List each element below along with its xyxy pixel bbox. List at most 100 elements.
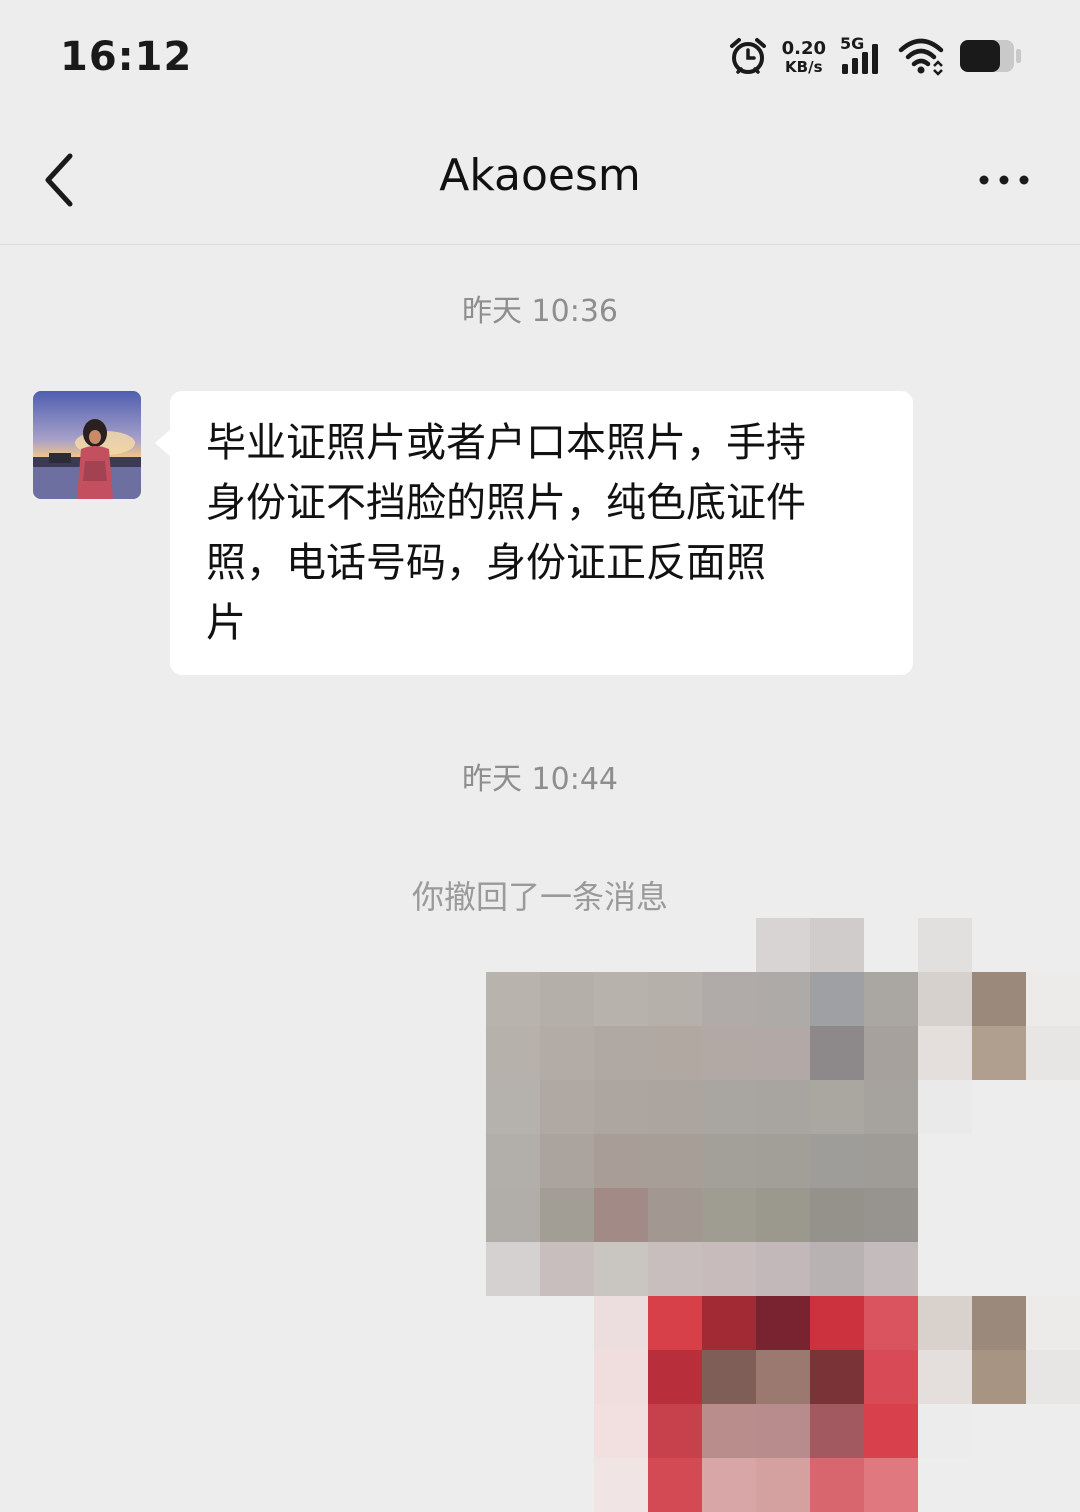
mosaic-pixel <box>540 1188 594 1242</box>
message-line: 片 <box>206 600 246 646</box>
mosaic-pixel <box>540 1080 594 1134</box>
mosaic-pixel <box>1026 1026 1080 1080</box>
mosaic-pixel <box>918 918 972 972</box>
mosaic-pixel <box>810 918 864 972</box>
mosaic-pixel <box>756 1188 810 1242</box>
mosaic-pixel <box>864 1134 918 1188</box>
mosaic-pixel <box>648 1404 702 1458</box>
mosaic-pixel <box>702 1080 756 1134</box>
mosaic-pixel <box>594 1188 648 1242</box>
mosaic-pixel <box>648 1188 702 1242</box>
mosaic-pixel <box>810 1188 864 1242</box>
mosaic-pixel <box>486 1026 540 1080</box>
mosaic-pixel <box>756 1080 810 1134</box>
message-line: 毕业证照片或者户口本照片，手持 <box>206 420 806 466</box>
mosaic-pixel <box>918 1350 972 1404</box>
avatar[interactable] <box>33 391 141 499</box>
mosaic-pixel <box>810 1080 864 1134</box>
mosaic-pixel <box>810 1404 864 1458</box>
more-options-button[interactable] <box>974 158 1034 202</box>
mosaic-pixel <box>972 972 1026 1026</box>
mosaic-pixel <box>486 1080 540 1134</box>
mosaic-pixel <box>972 1296 1026 1350</box>
mosaic-pixel <box>918 1026 972 1080</box>
alarm-icon <box>728 36 768 80</box>
mosaic-pixel <box>702 1458 756 1512</box>
network-speed: 0.20 KB/s <box>782 40 826 77</box>
mosaic-pixel <box>540 1242 594 1296</box>
more-horizontal-icon <box>979 175 1029 185</box>
mosaic-pixel <box>756 1458 810 1512</box>
outgoing-image-pixelated[interactable] <box>486 918 1080 1512</box>
status-bar: 16:12 0.20 KB/s 5G <box>0 0 1080 118</box>
mosaic-pixel <box>702 1296 756 1350</box>
mosaic-pixel <box>864 1080 918 1134</box>
message-timestamp: 昨天 10:36 <box>462 294 618 329</box>
chat-header: Akaoesm <box>0 118 1080 245</box>
mosaic-pixel <box>648 1350 702 1404</box>
mosaic-pixel <box>756 1404 810 1458</box>
mosaic-pixel <box>648 1242 702 1296</box>
mosaic-pixel <box>486 1242 540 1296</box>
status-time: 16:12 <box>60 34 193 80</box>
mosaic-pixel <box>486 972 540 1026</box>
mosaic-pixel <box>810 1242 864 1296</box>
mosaic-pixel <box>594 1080 648 1134</box>
mosaic-pixel <box>918 972 972 1026</box>
message-timestamp: 昨天 10:44 <box>462 762 618 797</box>
wifi-icon <box>898 36 944 80</box>
mosaic-pixel <box>810 1350 864 1404</box>
mosaic-pixel <box>918 1080 972 1134</box>
mosaic-pixel <box>810 1296 864 1350</box>
mosaic-pixel <box>594 1458 648 1512</box>
mosaic-pixel <box>918 1404 972 1458</box>
mosaic-pixel <box>648 972 702 1026</box>
mosaic-pixel <box>918 1296 972 1350</box>
chat-title: Akaoesm <box>439 150 641 201</box>
mosaic-pixel <box>702 972 756 1026</box>
mosaic-pixel <box>756 918 810 972</box>
message-line: 照，电话号码，身份证正反面照 <box>206 540 766 586</box>
mosaic-pixel <box>864 1404 918 1458</box>
mosaic-pixel <box>1026 972 1080 1026</box>
incoming-message-bubble[interactable]: 毕业证照片或者户口本照片，手持 身份证不挡脸的照片，纯色底证件 照，电话号码，身… <box>155 391 913 675</box>
mosaic-pixel <box>594 1350 648 1404</box>
mosaic-pixel <box>756 1242 810 1296</box>
mosaic-pixel <box>1026 1296 1080 1350</box>
avatar-image <box>33 391 141 499</box>
mosaic-pixel <box>594 1026 648 1080</box>
mosaic-pixel <box>756 1026 810 1080</box>
message-line: 身份证不挡脸的照片，纯色底证件 <box>206 480 806 526</box>
mosaic-pixel <box>972 1026 1026 1080</box>
mosaic-pixel <box>594 1404 648 1458</box>
mosaic-pixel <box>648 1296 702 1350</box>
mosaic-pixel <box>864 1242 918 1296</box>
network-speed-unit: KB/s <box>785 58 823 76</box>
mosaic-pixel <box>594 972 648 1026</box>
mosaic-pixel <box>810 1134 864 1188</box>
mosaic-pixel <box>702 1404 756 1458</box>
mosaic-pixel <box>540 972 594 1026</box>
mosaic-pixel <box>540 1134 594 1188</box>
mosaic-pixel <box>972 1350 1026 1404</box>
mosaic-pixel <box>756 1134 810 1188</box>
mosaic-pixel <box>702 1350 756 1404</box>
mosaic-pixel <box>648 1026 702 1080</box>
mosaic-pixel <box>486 1134 540 1188</box>
mosaic-pixel <box>702 1026 756 1080</box>
mosaic-pixel <box>486 1188 540 1242</box>
mosaic-pixel <box>648 1080 702 1134</box>
mosaic-pixel <box>864 1296 918 1350</box>
signal-icon: 5G <box>840 34 884 78</box>
mosaic-pixel <box>756 972 810 1026</box>
mosaic-pixel <box>756 1350 810 1404</box>
mosaic-pixel <box>702 1134 756 1188</box>
mosaic-pixel <box>540 1026 594 1080</box>
battery-icon <box>958 36 1022 80</box>
mosaic-pixel <box>594 1134 648 1188</box>
mosaic-pixel <box>702 1188 756 1242</box>
mosaic-pixel <box>594 1242 648 1296</box>
status-icons: 0.20 KB/s 5G <box>728 34 1022 80</box>
mosaic-pixel <box>810 972 864 1026</box>
mosaic-pixel <box>702 1242 756 1296</box>
